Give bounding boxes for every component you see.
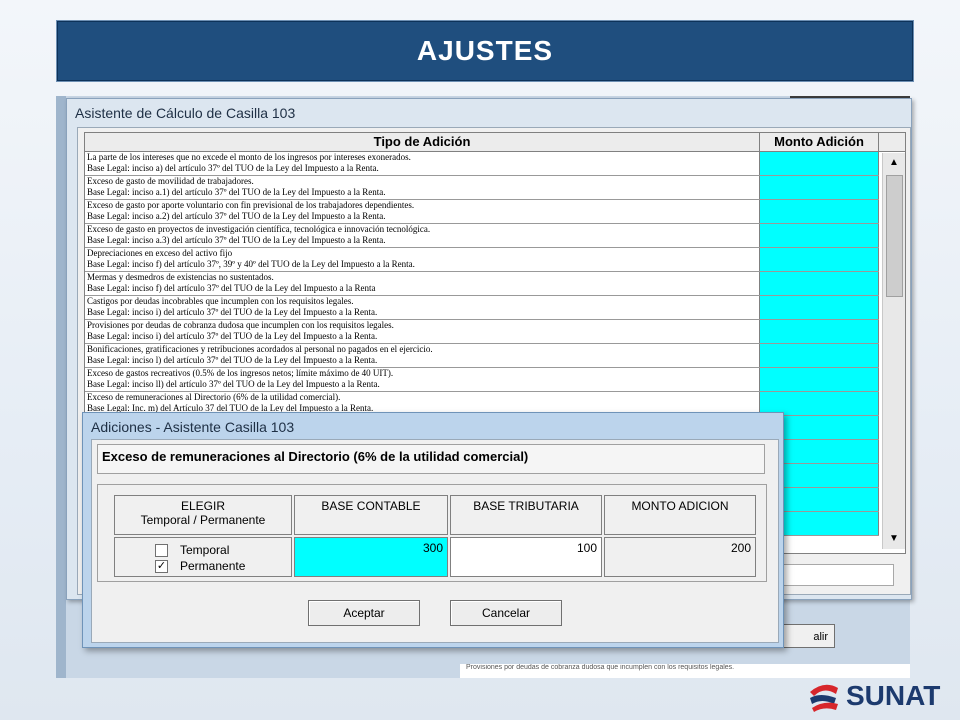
cancel-button-label: Cancelar bbox=[481, 606, 531, 620]
wizard-total-field bbox=[768, 564, 894, 586]
row-monto-cell[interactable] bbox=[760, 152, 879, 175]
background-salir-button[interactable]: alir bbox=[780, 624, 835, 648]
table-row[interactable]: Depreciaciones en exceso del activo fijo… bbox=[85, 248, 879, 272]
scroll-down-arrow-icon[interactable]: ▼ bbox=[886, 531, 902, 547]
row-description-title: Bonificaciones, gratificaciones y retrib… bbox=[87, 344, 433, 354]
row-monto-cell[interactable] bbox=[760, 368, 879, 391]
column-elegir-label: ELEGIR bbox=[180, 499, 225, 513]
table-row[interactable]: Exceso de gasto de movilidad de trabajad… bbox=[85, 176, 879, 200]
sunat-logo-text: SUNAT bbox=[846, 680, 941, 711]
row-description-title: Exceso de gasto en proyectos de investig… bbox=[87, 224, 431, 234]
row-description-legal-basis: Base Legal: inciso a.3) del artículo 37º… bbox=[87, 235, 386, 245]
row-description-legal-basis: Base Legal: inciso f) del artículo 37º, … bbox=[87, 259, 415, 269]
vertical-scrollbar[interactable]: ▲ ▼ bbox=[882, 153, 905, 549]
column-elegir-sublabel: Temporal / Permanente bbox=[140, 513, 266, 527]
row-description-legal-basis: Base Legal: inciso a) del artículo 37º d… bbox=[87, 163, 379, 173]
sunat-logo: SUNAT bbox=[806, 676, 958, 716]
row-description: Exceso de gasto de movilidad de trabajad… bbox=[85, 176, 761, 199]
page-title: AJUSTES bbox=[416, 35, 554, 66]
row-description: Exceso de gastos recreativos (0.5% de lo… bbox=[85, 368, 761, 391]
permanente-label: Permanente bbox=[180, 559, 246, 573]
table-row[interactable]: Exceso de gasto en proyectos de investig… bbox=[85, 224, 879, 248]
table-row[interactable]: Exceso de gasto por aporte voluntario co… bbox=[85, 200, 879, 224]
row-description-legal-basis: Base Legal: inciso a.1) del artículo 37º… bbox=[87, 187, 386, 197]
row-description-title: Exceso de remuneraciones al Directorio (… bbox=[87, 392, 341, 402]
temporal-option[interactable]: Temporal bbox=[155, 542, 229, 558]
row-monto-cell[interactable] bbox=[760, 224, 879, 247]
dialog-panel: ELEGIR Temporal / Permanente BASE CONTAB… bbox=[97, 484, 767, 582]
wizard-title: Asistente de Cálculo de Casilla 103 bbox=[75, 105, 296, 121]
row-description-title: La parte de los intereses que no excede … bbox=[87, 152, 411, 162]
row-description-title: Exceso de gasto de movilidad de trabajad… bbox=[87, 176, 254, 186]
permanente-checkbox[interactable]: ✓ bbox=[155, 559, 168, 573]
elegir-options: Temporal ✓ Permanente bbox=[114, 537, 292, 577]
permanente-option[interactable]: ✓ Permanente bbox=[155, 558, 245, 574]
background-strip bbox=[56, 96, 66, 678]
scroll-up-arrow-icon[interactable]: ▲ bbox=[886, 155, 902, 171]
row-description-legal-basis: Base Legal: inciso i) del artículo 37º d… bbox=[87, 331, 378, 341]
accept-button[interactable]: Aceptar bbox=[308, 600, 420, 626]
row-monto-cell[interactable] bbox=[760, 344, 879, 367]
row-description-title: Exceso de gastos recreativos (0.5% de lo… bbox=[87, 368, 394, 378]
row-description: Exceso de gasto por aporte voluntario co… bbox=[85, 200, 761, 223]
adiciones-dialog: Adiciones - Asistente Casilla 103 Exceso… bbox=[82, 412, 784, 648]
temporal-checkbox[interactable] bbox=[155, 543, 168, 557]
row-description-legal-basis: Base Legal: inciso a.2) del artículo 37º… bbox=[87, 211, 386, 221]
dialog-title: Adiciones - Asistente Casilla 103 bbox=[91, 419, 295, 435]
cancel-button[interactable]: Cancelar bbox=[450, 600, 562, 626]
row-description-legal-basis: Base Legal: inciso ll) del artículo 37º … bbox=[87, 379, 380, 389]
row-monto-cell[interactable] bbox=[760, 248, 879, 271]
temporal-label: Temporal bbox=[180, 543, 230, 557]
row-monto-cell[interactable] bbox=[760, 296, 879, 319]
row-monto-cell[interactable] bbox=[760, 320, 879, 343]
row-description: Depreciaciones en exceso del activo fijo… bbox=[85, 248, 761, 271]
row-description-title: Depreciaciones en exceso del activo fijo bbox=[87, 248, 233, 258]
title-banner: AJUSTES bbox=[56, 20, 914, 82]
row-description-legal-basis: Base Legal: inciso i) del artículo 37º d… bbox=[87, 307, 378, 317]
column-header-monto[interactable]: Monto Adición bbox=[760, 133, 879, 151]
table-row[interactable]: Bonificaciones, gratificaciones y retrib… bbox=[85, 344, 879, 368]
row-description-title: Exceso de gasto por aporte voluntario co… bbox=[87, 200, 415, 210]
sunat-logo-icon bbox=[810, 684, 838, 712]
row-monto-cell[interactable] bbox=[760, 200, 879, 223]
table-row[interactable]: Exceso de gastos recreativos (0.5% de lo… bbox=[85, 368, 879, 392]
row-description: Castigos por deudas incobrables que incu… bbox=[85, 296, 761, 319]
column-base-contable: BASE CONTABLE bbox=[294, 495, 448, 535]
row-description: Bonificaciones, gratificaciones y retrib… bbox=[85, 344, 761, 367]
column-elegir: ELEGIR Temporal / Permanente bbox=[114, 495, 292, 535]
row-description: Provisiones por deudas de cobranza dudos… bbox=[85, 320, 761, 343]
grid-header: Tipo de Adición Monto Adición bbox=[85, 133, 905, 152]
accept-button-label: Aceptar bbox=[343, 606, 385, 620]
row-monto-cell[interactable] bbox=[760, 272, 879, 295]
table-row[interactable]: La parte de los intereses que no excede … bbox=[85, 152, 879, 176]
row-description-legal-basis: Base Legal: inciso l) del artículo 37º d… bbox=[87, 355, 378, 365]
column-monto-adicion: MONTO ADICION bbox=[604, 495, 756, 535]
row-description: Exceso de gasto en proyectos de investig… bbox=[85, 224, 761, 247]
row-monto-cell[interactable] bbox=[760, 176, 879, 199]
table-row[interactable]: Mermas y desmedros de existencias no sus… bbox=[85, 272, 879, 296]
dialog-heading: Exceso de remuneraciones al Directorio (… bbox=[97, 444, 765, 474]
base-tributaria-field[interactable]: 100 bbox=[450, 537, 602, 577]
scroll-thumb[interactable] bbox=[886, 175, 903, 297]
row-description-title: Provisiones por deudas de cobranza dudos… bbox=[87, 320, 394, 330]
base-contable-field[interactable]: 300 bbox=[294, 537, 448, 577]
table-row[interactable]: Castigos por deudas incobrables que incu… bbox=[85, 296, 879, 320]
row-description-legal-basis: Base Legal: inciso f) del artículo 37º d… bbox=[87, 283, 376, 293]
row-description: Mermas y desmedros de existencias no sus… bbox=[85, 272, 761, 295]
row-description-title: Castigos por deudas incobrables que incu… bbox=[87, 296, 354, 306]
row-description-title: Mermas y desmedros de existencias no sus… bbox=[87, 272, 274, 282]
column-header-tipo[interactable]: Tipo de Adición bbox=[85, 133, 760, 151]
row-description: La parte de los intereses que no excede … bbox=[85, 152, 761, 175]
monto-adicion-field: 200 bbox=[604, 537, 756, 577]
column-base-tributaria: BASE TRIBUTARIA bbox=[450, 495, 602, 535]
dialog-body: Exceso de remuneraciones al Directorio (… bbox=[91, 439, 779, 643]
table-row[interactable]: Provisiones por deudas de cobranza dudos… bbox=[85, 320, 879, 344]
